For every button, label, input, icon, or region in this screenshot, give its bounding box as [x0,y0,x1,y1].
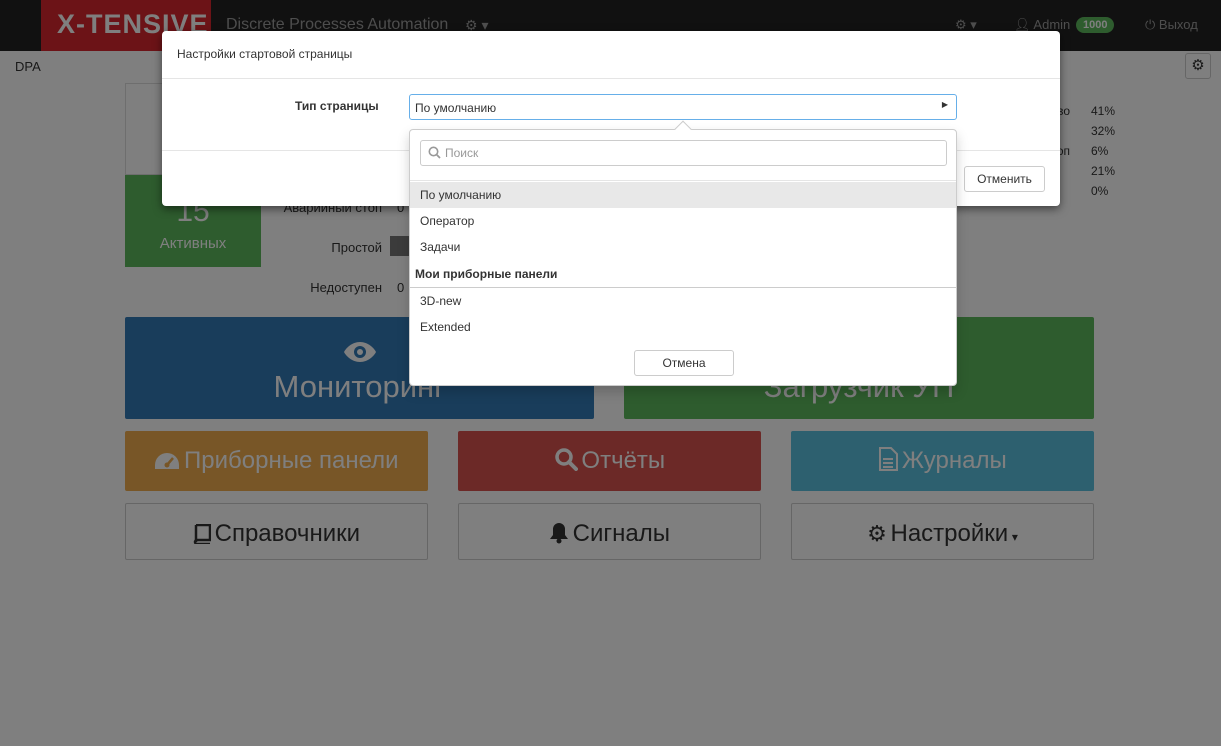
option-operator[interactable]: Оператор [410,208,956,234]
search-icon [428,146,441,162]
option-default[interactable]: По умолчанию [410,182,956,208]
divider [162,78,1060,79]
page-type-dropdown: По умолчанию Оператор Задачи Мои приборн… [409,120,957,386]
dropdown-search-input[interactable] [445,144,935,162]
modal-cancel-button[interactable]: Отменить [964,166,1045,192]
page-type-label: Тип страницы [295,99,379,113]
option-group-header: Мои приборные панели [415,267,558,281]
option-3d-new[interactable]: 3D-new [410,288,956,314]
dropdown-cancel-button[interactable]: Отмена [634,350,734,376]
divider [410,180,956,181]
page-type-select[interactable]: По умолчанию ▶ [409,94,957,120]
page-type-selected: По умолчанию [415,101,497,115]
caret-right-icon: ▶ [941,100,948,109]
dropdown-search-box[interactable] [420,140,947,166]
option-tasks[interactable]: Задачи [410,234,956,260]
modal-title: Настройки стартовой страницы [177,47,353,61]
option-extended[interactable]: Extended [410,314,956,340]
